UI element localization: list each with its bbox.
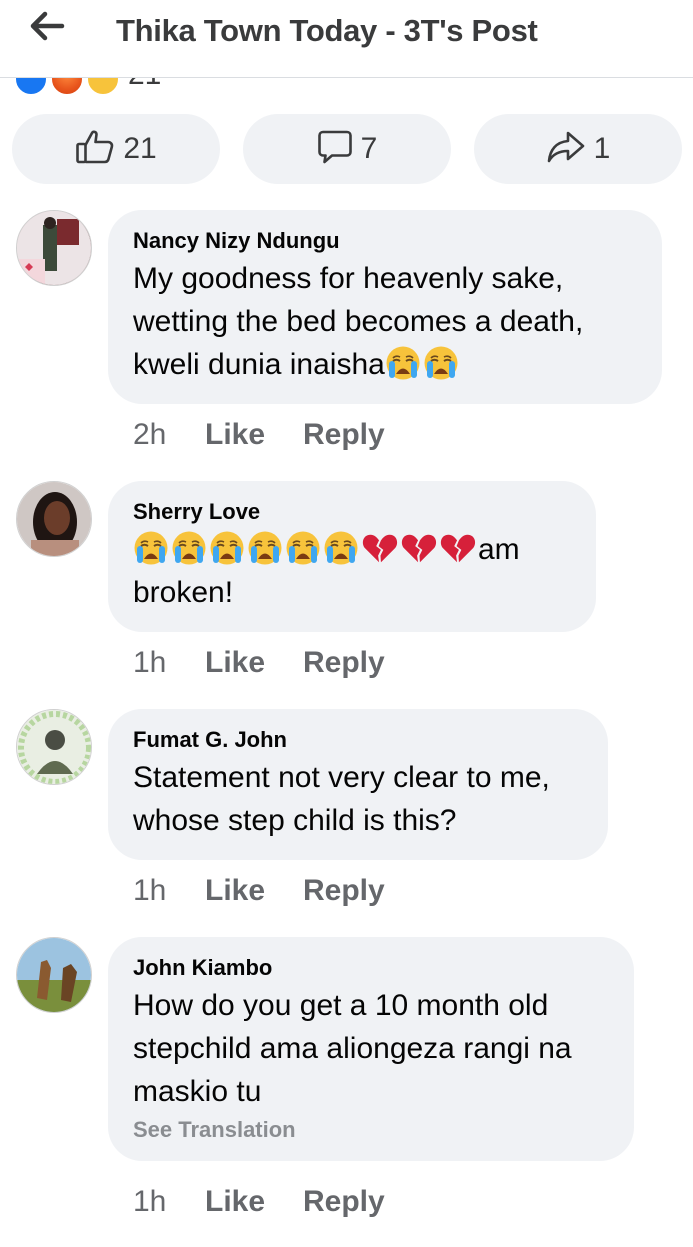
- comment-text: How do you get a 10 month old stepchild …: [133, 989, 572, 1108]
- broken-heart-emoji-icon: [401, 534, 437, 563]
- share-count: 1: [593, 132, 611, 165]
- crying-face-emoji-icon: [423, 345, 459, 381]
- avatar[interactable]: [16, 481, 92, 557]
- like-count: 21: [123, 132, 157, 165]
- comment-text: Statement not very clear to me, whose st…: [133, 761, 550, 837]
- comment-meta: 1h Like Reply: [133, 874, 385, 908]
- comment-like-button[interactable]: Like: [205, 874, 303, 908]
- comment-like-button[interactable]: Like: [205, 1185, 303, 1219]
- back-arrow-icon: [29, 11, 65, 46]
- crying-face-emoji-icon: [209, 530, 245, 566]
- post-header: Thika Town Today - 3T's Post: [0, 0, 693, 78]
- crying-face-emoji-icon: [133, 530, 169, 566]
- crying-face-emoji-icon: [323, 530, 359, 566]
- comment-like-button[interactable]: Like: [205, 418, 303, 452]
- comment-bubble: Fumat G. John Statement not very clear t…: [108, 709, 608, 860]
- page-title: Thika Town Today - 3T's Post: [116, 13, 538, 48]
- crying-face-emoji-icon: [171, 530, 207, 566]
- comment-reply-button[interactable]: Reply: [303, 874, 385, 908]
- like-button[interactable]: 21: [12, 114, 220, 184]
- comment-count: 7: [360, 132, 378, 165]
- comment-author[interactable]: Sherry Love: [133, 499, 570, 525]
- comment-time: 1h: [133, 874, 167, 907]
- comment-reply-button[interactable]: Reply: [303, 1185, 385, 1219]
- comment-bubble: John Kiambo How do you get a 10 month ol…: [108, 937, 634, 1161]
- crying-face-emoji-icon: [385, 345, 421, 381]
- post-actions: 21 7 1: [0, 114, 693, 184]
- broken-heart-emoji-icon: [362, 534, 398, 563]
- share-button[interactable]: 1: [474, 114, 682, 184]
- comment-reply-button[interactable]: Reply: [303, 418, 385, 452]
- comment-button[interactable]: 7: [243, 114, 451, 184]
- comment-bubble: Sherry Love am broken!: [108, 481, 596, 632]
- comment-like-button[interactable]: Like: [205, 646, 303, 680]
- avatar[interactable]: [16, 937, 92, 1013]
- comment-text: am broken!: [133, 528, 570, 614]
- see-translation-link[interactable]: See Translation: [133, 1117, 608, 1143]
- comment-time: 1h: [133, 1185, 167, 1218]
- comment-author[interactable]: John Kiambo: [133, 955, 608, 981]
- comment-meta: 1h Like Reply: [133, 1185, 385, 1219]
- comment-reply-button[interactable]: Reply: [303, 646, 385, 680]
- comment-time: 2h: [133, 418, 167, 451]
- avatar[interactable]: [16, 210, 92, 286]
- comment-meta: 2h Like Reply: [133, 418, 385, 452]
- comment-author[interactable]: Nancy Nizy Ndungu: [133, 228, 636, 254]
- crying-face-emoji-icon: [247, 530, 283, 566]
- comment-bubble-icon: [317, 129, 353, 170]
- back-button[interactable]: [22, 8, 72, 48]
- comment-bubble: Nancy Nizy Ndungu My goodness for heaven…: [108, 210, 662, 404]
- comment-meta: 1h Like Reply: [133, 646, 385, 680]
- broken-heart-emoji-icon: [440, 534, 476, 563]
- avatar[interactable]: [16, 709, 92, 785]
- thumbs-up-icon: [75, 129, 115, 170]
- share-arrow-icon: [546, 130, 586, 169]
- comment-text: My goodness for heavenly sake, wetting t…: [133, 262, 584, 381]
- comment-time: 1h: [133, 646, 167, 679]
- comment-author[interactable]: Fumat G. John: [133, 727, 582, 753]
- crying-face-emoji-icon: [285, 530, 321, 566]
